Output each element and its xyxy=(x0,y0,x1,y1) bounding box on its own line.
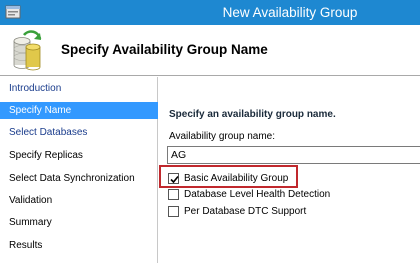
sidebar-item-specify-name[interactable]: Specify Name xyxy=(0,102,158,119)
sidebar-item-introduction[interactable]: Introduction xyxy=(0,80,158,97)
sidebar-item-results: Results xyxy=(9,240,43,251)
database-sync-icon xyxy=(13,30,42,71)
database-health-detection-label: Database Level Health Detection xyxy=(184,188,331,200)
group-name-label: Availability group name: xyxy=(169,131,275,142)
page-title: Specify Availability Group Name xyxy=(61,42,268,57)
sidebar-item-select-data-synchronization: Select Data Synchronization xyxy=(9,173,135,184)
per-database-dtc-label: Per Database DTC Support xyxy=(184,205,307,217)
page-header: Specify Availability Group Name xyxy=(0,25,420,76)
group-name-input[interactable] xyxy=(167,146,420,164)
sidebar-item-specify-replicas: Specify Replicas xyxy=(9,150,83,161)
per-database-dtc-checkbox[interactable] xyxy=(168,205,179,217)
database-health-detection-option[interactable]: Database Level Health Detection xyxy=(168,187,330,201)
sidebar-item-select-databases[interactable]: Select Databases xyxy=(0,124,158,141)
per-database-dtc-option[interactable]: Per Database DTC Support xyxy=(168,204,306,218)
wizard-sidebar: Introduction Specify Name Select Databas… xyxy=(0,77,158,263)
sidebar-item-validation: Validation xyxy=(9,195,53,206)
title-bar: New Availability Group xyxy=(0,0,420,25)
sidebar-item-summary: Summary xyxy=(9,217,52,228)
highlight-box xyxy=(159,165,298,188)
database-health-detection-checkbox[interactable] xyxy=(168,188,179,200)
name-prompt: Specify an availability group name. xyxy=(169,109,336,120)
window-title: New Availability Group xyxy=(222,5,358,20)
